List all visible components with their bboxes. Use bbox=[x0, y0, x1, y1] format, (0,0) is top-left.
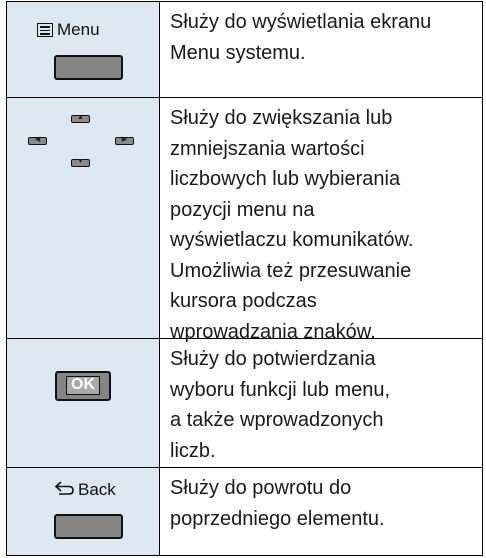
description-line: wyświetlaczu komunikatów. bbox=[170, 229, 414, 251]
description-cell: Służy do potwierdzania wyboru funkcji lu… bbox=[160, 339, 482, 467]
description-line: a także wprowadzonych bbox=[170, 409, 384, 431]
key-cell-menu: Menu bbox=[7, 2, 160, 97]
description-cell: Służy do zwiększania lub zmniejszania wa… bbox=[160, 98, 482, 343]
arrow-down-icon[interactable]: ▼ bbox=[71, 158, 90, 167]
key-cell-back: Back bbox=[7, 468, 160, 555]
table-row: OK Służy do potwierdzania wyboru funkcji… bbox=[7, 339, 482, 468]
description-cell: Służy do powrotu do poprzedniego element… bbox=[160, 468, 482, 555]
menu-key-button[interactable] bbox=[54, 55, 123, 80]
description-line: pozycji menu na bbox=[170, 198, 315, 221]
table-row: Back Służy do powrotu do poprzedniego el… bbox=[7, 468, 482, 555]
back-key-button[interactable] bbox=[54, 514, 123, 539]
description-line: Służy do potwierdzania bbox=[170, 348, 376, 370]
ok-key-button[interactable]: OK bbox=[55, 371, 111, 401]
description-line: liczb. bbox=[170, 439, 216, 462]
table-row: ▲ ◀ ▶ ▼ Służy do zwiększania lub zmniejs… bbox=[7, 98, 482, 343]
description-line: Służy do wyświetlania ekranu bbox=[170, 11, 432, 33]
key-cell-ok: OK bbox=[7, 339, 160, 467]
menu-key-label: Menu bbox=[57, 20, 100, 39]
menu-list-icon bbox=[37, 23, 53, 37]
table-row: Menu Służy do wyświetlania ekranu Menu s… bbox=[7, 2, 482, 98]
arrow-left-icon[interactable]: ◀ bbox=[28, 136, 47, 145]
arrow-up-icon[interactable]: ▲ bbox=[71, 114, 90, 123]
description-cell: Służy do wyświetlania ekranu Menu system… bbox=[160, 2, 482, 97]
back-key-label: Back bbox=[78, 480, 116, 499]
description-line: Służy do powrotu do bbox=[170, 477, 352, 499]
arrow-right-icon[interactable]: ▶ bbox=[115, 136, 134, 145]
description-line: wyboru funkcji lub menu, bbox=[170, 378, 391, 401]
description-line: Menu systemu. bbox=[170, 41, 306, 64]
description-line: zmniejszania wartości bbox=[170, 137, 365, 160]
description-line: poprzedniego elementu. bbox=[170, 507, 385, 530]
key-description-table: Menu Służy do wyświetlania ekranu Menu s… bbox=[6, 1, 483, 556]
description-line: kursora podczas bbox=[170, 290, 317, 312]
description-line: Służy do zwiększania lub bbox=[170, 107, 393, 129]
description-line: Umożliwia też przesuwanie bbox=[170, 259, 412, 282]
key-cell-arrows: ▲ ◀ ▶ ▼ bbox=[7, 98, 160, 338]
back-arrow-icon bbox=[54, 481, 74, 495]
description-line: liczbowych lub wybierania bbox=[170, 168, 401, 190]
ok-key-label: OK bbox=[66, 376, 100, 395]
